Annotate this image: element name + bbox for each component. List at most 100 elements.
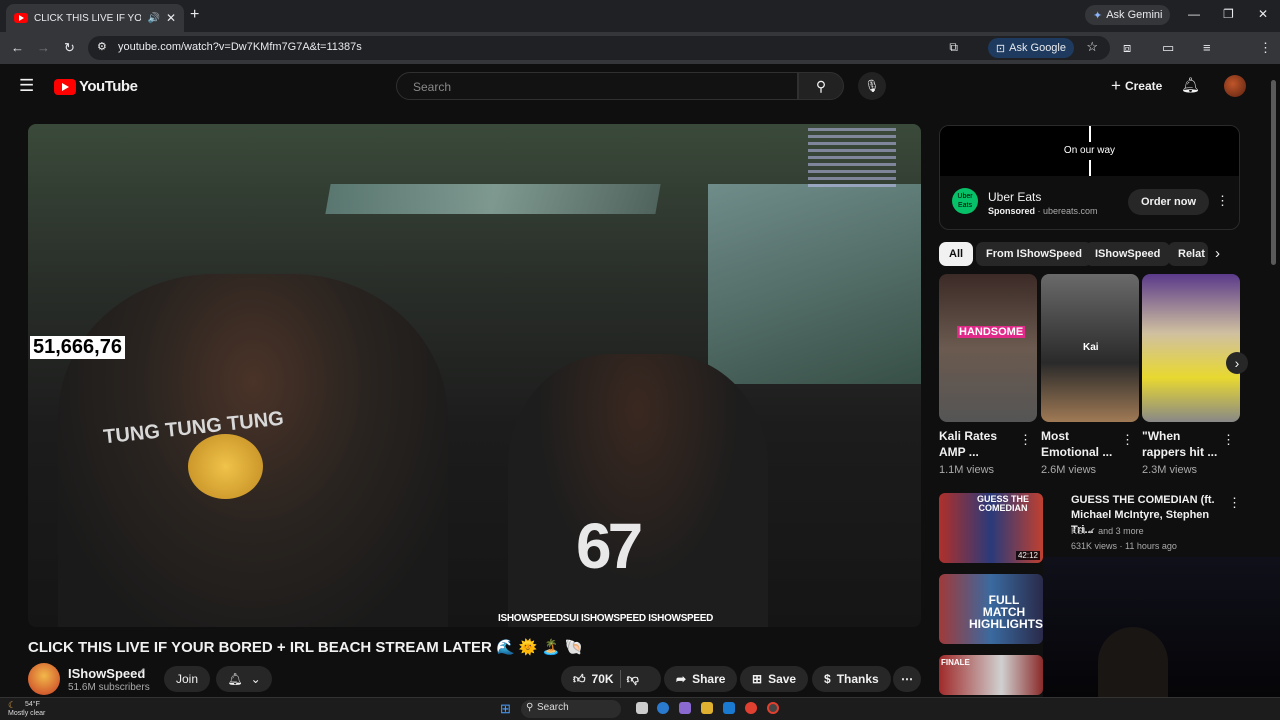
video-thumbnail[interactable]: GUESS THE COMEDIAN 42:12 (939, 493, 1043, 563)
video-thumbnail[interactable]: FULL MATCH HIGHLIGHTS (939, 574, 1043, 644)
ad-advertiser-name[interactable]: Uber Eats (988, 190, 1041, 204)
window-close-icon[interactable]: ✕ (1258, 7, 1268, 21)
ad-domain: · ubereats.com (1037, 206, 1098, 216)
notifications-bell-icon[interactable]: 🔔︎ (1181, 76, 1200, 94)
order-now-button[interactable]: Order now (1128, 189, 1210, 215)
site-info-icon[interactable]: ⚙ (97, 40, 107, 53)
google-lens-icon: ⊡ (995, 42, 1006, 55)
like-button[interactable]: 👍︎ 70K (573, 672, 614, 687)
page-scrollbar[interactable] (1271, 80, 1276, 265)
voice-search-button[interactable]: 🎙 (858, 72, 886, 100)
weather-widget[interactable]: ☾ 54°F Mostly clear (8, 700, 45, 718)
video-more-icon[interactable]: ⋮ (1228, 495, 1241, 511)
new-tab-button[interactable]: + (190, 6, 199, 24)
hamburger-menu-icon[interactable]: ☰ (19, 76, 34, 96)
address-bar[interactable]: ⚙ youtube.com/watch?v=Dw7KMfm7G7A&t=1138… (88, 36, 1110, 60)
minimize-icon[interactable]: — (1188, 7, 1200, 21)
sponsored-label: Sponsored (988, 206, 1036, 216)
bell-icon: 🔔︎ (227, 672, 243, 686)
bookmark-icon: ⊞ (752, 672, 763, 686)
chrome-menu-icon[interactable]: ⋮ (1259, 40, 1272, 56)
short-thumbnail[interactable]: Kai (1041, 274, 1139, 422)
close-tab-icon[interactable]: ✕ (166, 11, 176, 25)
sponsored-ad-card[interactable]: On our way Uber Eats Uber Eats Sponsored… (939, 125, 1240, 230)
maximize-icon[interactable]: ❐ (1223, 7, 1234, 21)
thumbs-down-icon: 👎︎ (626, 671, 639, 686)
install-app-icon[interactable]: ⧉ (949, 40, 958, 55)
ad-banner[interactable]: On our way (940, 126, 1239, 176)
chip-all[interactable]: All (939, 242, 974, 266)
verified-badge-icon: ✔ (137, 667, 146, 678)
short-more-icon[interactable]: ⋮ (1222, 432, 1235, 448)
video-frame-sunroof (325, 184, 661, 214)
join-button[interactable]: Join (164, 666, 211, 692)
save-button[interactable]: ⊞ Save (740, 666, 809, 692)
browser-toolbar: ← → ↻ ⚙ youtube.com/watch?v=Dw7KMfm7G7A&… (0, 32, 1280, 87)
search-button[interactable]: ⚲ (798, 72, 844, 100)
bookmark-star-icon[interactable]: ☆ (1086, 39, 1098, 55)
create-button[interactable]: + Create (1101, 74, 1172, 98)
file-explorer-icon[interactable] (701, 702, 713, 714)
shorts-next-arrow-icon[interactable]: › (1226, 352, 1248, 374)
copilot-icon[interactable] (679, 702, 691, 714)
short-title[interactable]: Most Emotional ... (1041, 428, 1117, 460)
short-more-icon[interactable]: ⋮ (1121, 432, 1134, 448)
ask-gemini-label: Ask Gemini (1106, 9, 1163, 21)
browser-tab-bar: CLICK THIS LIVE IF YOUR BORED 🔊 ✕ + ✦ As… (0, 0, 1280, 32)
ask-google-label: Ask Google (1009, 42, 1066, 54)
short-views: 2.3M views (1142, 464, 1198, 476)
video-channel-extra: and 3 more (1098, 526, 1144, 536)
short-more-icon[interactable]: ⋮ (1019, 432, 1032, 448)
gemini-sparkle-icon: ✦ (1093, 9, 1103, 22)
thumbnail-text: GUESS THE COMEDIAN (976, 494, 1029, 513)
chip-related[interactable]: Relat (1168, 242, 1208, 266)
video-player[interactable]: TUNG TUNG TUNG 67 51,666,76 ISHOWSPEEDSU… (28, 124, 921, 627)
app-icon[interactable] (767, 702, 779, 714)
reload-icon[interactable]: ↻ (64, 40, 75, 56)
search-icon: ⚲ (815, 78, 827, 94)
more-actions-button[interactable]: ⋯ (893, 666, 921, 692)
audio-playing-icon[interactable]: 🔊 (147, 13, 159, 24)
task-view-icon[interactable] (636, 702, 648, 714)
forward-arrow-icon[interactable]: → (37, 40, 50, 55)
edge-icon[interactable] (657, 702, 669, 714)
short-title[interactable]: "When rappers hit ... (1142, 428, 1218, 460)
tab-search-icon[interactable]: ▭ (1162, 40, 1174, 56)
chip-ishowspeed[interactable]: IShowSpeed (1085, 242, 1171, 266)
ask-gemini-button[interactable]: ✦ Ask Gemini (1085, 5, 1171, 25)
youtube-logo[interactable]: YouTube (54, 78, 138, 95)
url-text[interactable]: youtube.com/watch?v=Dw7KMfm7G7A&t=11387s (118, 41, 362, 53)
chip-from-ishowspeed[interactable]: From IShowSpeed (976, 242, 1092, 266)
dislike-button[interactable]: 👎︎ (627, 672, 639, 687)
extensions-icon[interactable]: ⧈ (1123, 40, 1131, 56)
store-icon[interactable] (723, 702, 735, 714)
thanks-button[interactable]: $ Thanks (812, 666, 891, 692)
media-control-icon[interactable]: ≡ (1203, 40, 1211, 55)
user-avatar[interactable] (1224, 75, 1246, 97)
like-dislike-group: 👍︎ 70K 👎︎ (561, 666, 661, 692)
ask-google-button[interactable]: ⊡ Ask Google (987, 38, 1074, 58)
chrome-icon[interactable] (745, 702, 757, 714)
chevron-right-icon[interactable]: › (1215, 245, 1220, 262)
thumbnail-text: FULL MATCH HIGHLIGHTS (969, 593, 1043, 631)
shirt-graphic (188, 434, 263, 499)
video-channel-name[interactable]: KSI (1071, 526, 1086, 536)
video-meta: 631K views · 11 hours ago (1071, 541, 1177, 551)
subscribed-notification-button[interactable]: 🔔︎ ⌄ (216, 666, 272, 692)
short-thumbnail[interactable]: HANDSOME (939, 274, 1037, 422)
social-handles-overlay: ISHOWSPEEDSUI ISHOWSPEED ISHOWSPEED (498, 613, 714, 624)
save-label: Save (768, 672, 797, 686)
search-input[interactable]: Search (396, 72, 798, 100)
short-thumbnail[interactable] (1142, 274, 1240, 422)
back-arrow-icon[interactable]: ← (11, 40, 24, 55)
share-button[interactable]: ➦ Share (664, 666, 738, 692)
channel-avatar[interactable] (28, 663, 60, 695)
browser-tab[interactable]: CLICK THIS LIVE IF YOUR BORED 🔊 ✕ (6, 4, 184, 32)
channel-name[interactable]: IShowSpeed (68, 666, 145, 681)
weather-icon: ☾ (8, 700, 17, 710)
windows-start-icon[interactable]: ⊞ (500, 701, 511, 717)
short-title[interactable]: Kali Rates AMP ... (939, 428, 1015, 460)
ad-more-options-icon[interactable]: ⋮ (1216, 193, 1229, 209)
taskbar-search[interactable]: ⚲ Search (521, 700, 621, 718)
video-thumbnail[interactable]: FINALE (939, 655, 1043, 695)
